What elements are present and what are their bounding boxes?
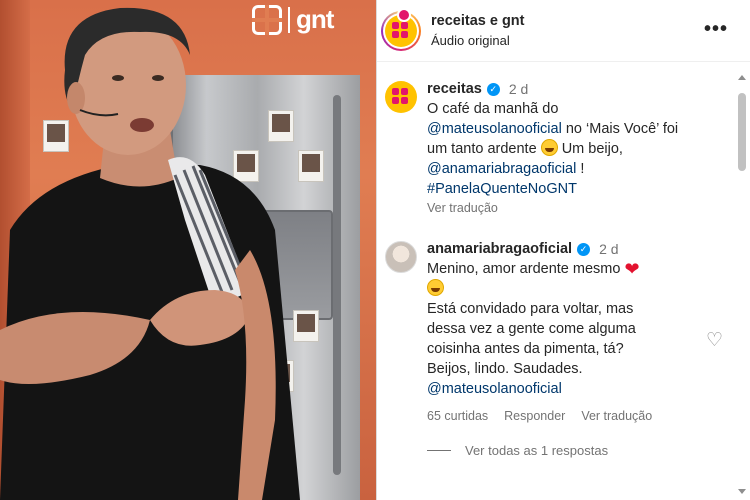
post-header: receitas e gnt Áudio original ••• <box>377 0 750 62</box>
comment-time[interactable]: 2 d <box>509 81 528 97</box>
comment-username[interactable]: anamariabragaoficial <box>427 241 572 257</box>
translate-link[interactable]: Ver tradução <box>427 201 498 215</box>
verified-badge-icon: ✓ <box>577 242 591 256</box>
laughing-emoji-icon <box>427 279 444 296</box>
verified-badge-icon: ✓ <box>486 82 500 96</box>
reply-divider-line <box>427 450 451 451</box>
scroll-thumb[interactable] <box>738 93 746 171</box>
comments-scrollbar[interactable] <box>736 63 748 500</box>
comment-item: anamariabragaoficial ✓ 2 d Menino, amor … <box>377 241 737 423</box>
comments-list: receitas ✓ 2 d O café da manhã do @mateu… <box>377 63 737 500</box>
presenter-figure <box>0 7 300 500</box>
reply-button[interactable]: Responder <box>504 409 565 423</box>
laughing-emoji-icon <box>540 139 558 156</box>
mention-link[interactable]: @anamariabragaoficial <box>427 161 576 177</box>
comments-panel: receitas e gnt Áudio original ••• receit… <box>376 0 750 500</box>
view-replies-button[interactable]: Ver todas as 1 respostas <box>427 443 737 458</box>
more-options-icon[interactable]: ••• <box>704 18 728 41</box>
comment-username[interactable]: receitas <box>427 81 482 97</box>
commenter-avatar[interactable] <box>385 81 417 113</box>
mention-link[interactable]: @mateusolanooficial <box>427 381 562 397</box>
heart-outline-icon[interactable]: ♡ <box>706 329 723 352</box>
mention-link[interactable]: @mateusolanooficial <box>427 121 562 137</box>
scroll-down-arrow-icon[interactable] <box>738 489 746 494</box>
video-frame[interactable]: gnt <box>0 0 376 500</box>
story-badge-icon <box>397 8 411 22</box>
commenter-avatar[interactable] <box>385 241 417 273</box>
likes-count[interactable]: 65 curtidas <box>427 409 488 423</box>
comment-text: O café da manhã do @mateusolanooficial n… <box>427 101 679 197</box>
scroll-up-arrow-icon[interactable] <box>738 75 746 80</box>
view-replies-label: Ver todas as 1 respostas <box>465 443 609 458</box>
comment-item: receitas ✓ 2 d O café da manhã do @mateu… <box>377 81 737 215</box>
red-heart-emoji-icon: ❤ <box>624 259 640 279</box>
comment-text: Menino, amor ardente mesmo ❤ Está convid… <box>427 259 640 397</box>
translate-link[interactable]: Ver tradução <box>581 409 652 423</box>
audio-label[interactable]: Áudio original <box>431 33 525 48</box>
hashtag-link[interactable]: #PanelaQuenteNoGNT <box>427 181 577 197</box>
account-name[interactable]: receitas e gnt <box>431 13 525 29</box>
comment-time[interactable]: 2 d <box>599 241 618 257</box>
